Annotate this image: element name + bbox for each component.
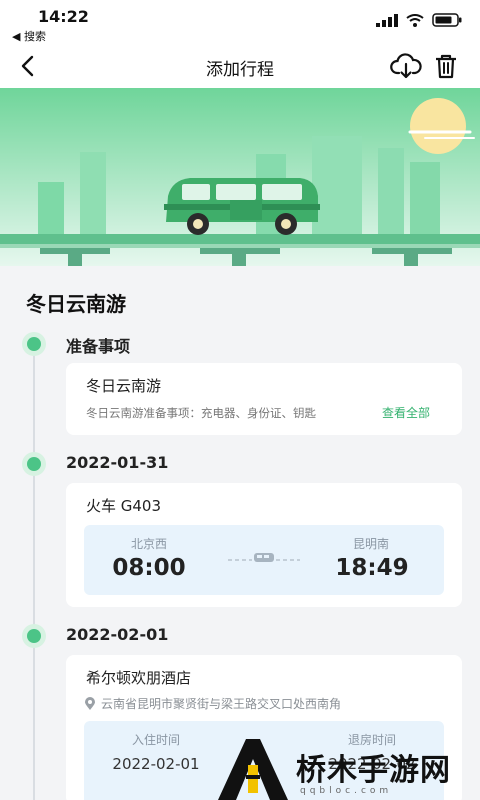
departure-station: 北京西 (130, 537, 167, 551)
date-label: 2022-01-31 (66, 453, 169, 472)
timeline-dot (22, 452, 46, 476)
site-watermark: 桥木手游网 qqbloc.com (210, 735, 480, 800)
cloud-download-icon[interactable] (390, 52, 422, 80)
prep-section-label: 准备事项 (66, 337, 131, 356)
trash-icon[interactable] (432, 52, 460, 80)
train-card[interactable]: 火车 G403 北京西 08:00 昆明南 18:49 (66, 483, 462, 607)
hotel-address: 云南省昆明市聚贤街与梁王路交叉口处西南角 (101, 697, 342, 711)
checkin-date: 2022-02-01 (112, 755, 200, 773)
timeline-line (33, 344, 35, 800)
view-all-link[interactable]: 查看全部 (382, 404, 430, 421)
location-pin-icon (85, 696, 95, 710)
timeline-dot (22, 624, 46, 648)
battery-icon (432, 13, 462, 27)
watermark-text: 桥木手游网 (296, 753, 451, 788)
bus-city-illustration (0, 88, 480, 266)
date-label: 2022-02-01 (66, 625, 169, 644)
watermark-logo-icon (218, 739, 288, 800)
signal-icon (376, 13, 398, 27)
hotel-address-row: 云南省昆明市聚贤街与梁王路交叉口处西南角 (84, 695, 341, 712)
trip-title: 冬日云南游 (26, 292, 126, 316)
itinerary-content: 冬日云南游 准备事项 冬日云南游 冬日云南游准备事项：充电器、身份证、钥匙 查看… (0, 266, 480, 800)
arrival-time: 18:49 (335, 555, 409, 581)
prep-description: 冬日云南游准备事项：充电器、身份证、钥匙 (86, 406, 316, 420)
checkin-label: 入住时间 (131, 733, 180, 747)
status-time: 14:22 (38, 7, 89, 26)
timeline-dot (22, 332, 46, 356)
departure-time: 08:00 (112, 555, 186, 581)
prep-card[interactable]: 冬日云南游 冬日云南游准备事项：充电器、身份证、钥匙 查看全部 (66, 363, 462, 435)
arrival-station: 昆明南 (352, 537, 389, 551)
wifi-icon (406, 13, 424, 27)
train-ticket: 北京西 08:00 昆明南 18:49 (84, 525, 444, 595)
trip-banner-illustration (0, 88, 480, 266)
hotel-name: 希尔顿欢朋酒店 (86, 669, 192, 687)
status-icons (376, 13, 462, 27)
status-bar: 14:22 ◀ 搜索 (0, 0, 480, 44)
train-route-icon (228, 553, 300, 562)
back-to-app-link[interactable]: ◀ 搜索 (12, 28, 46, 44)
train-title: 火车 G403 (86, 497, 162, 515)
watermark-url: qqbloc.com (300, 786, 393, 796)
nav-bar: 添加行程 (0, 44, 480, 88)
prep-card-title: 冬日云南游 (86, 377, 162, 395)
